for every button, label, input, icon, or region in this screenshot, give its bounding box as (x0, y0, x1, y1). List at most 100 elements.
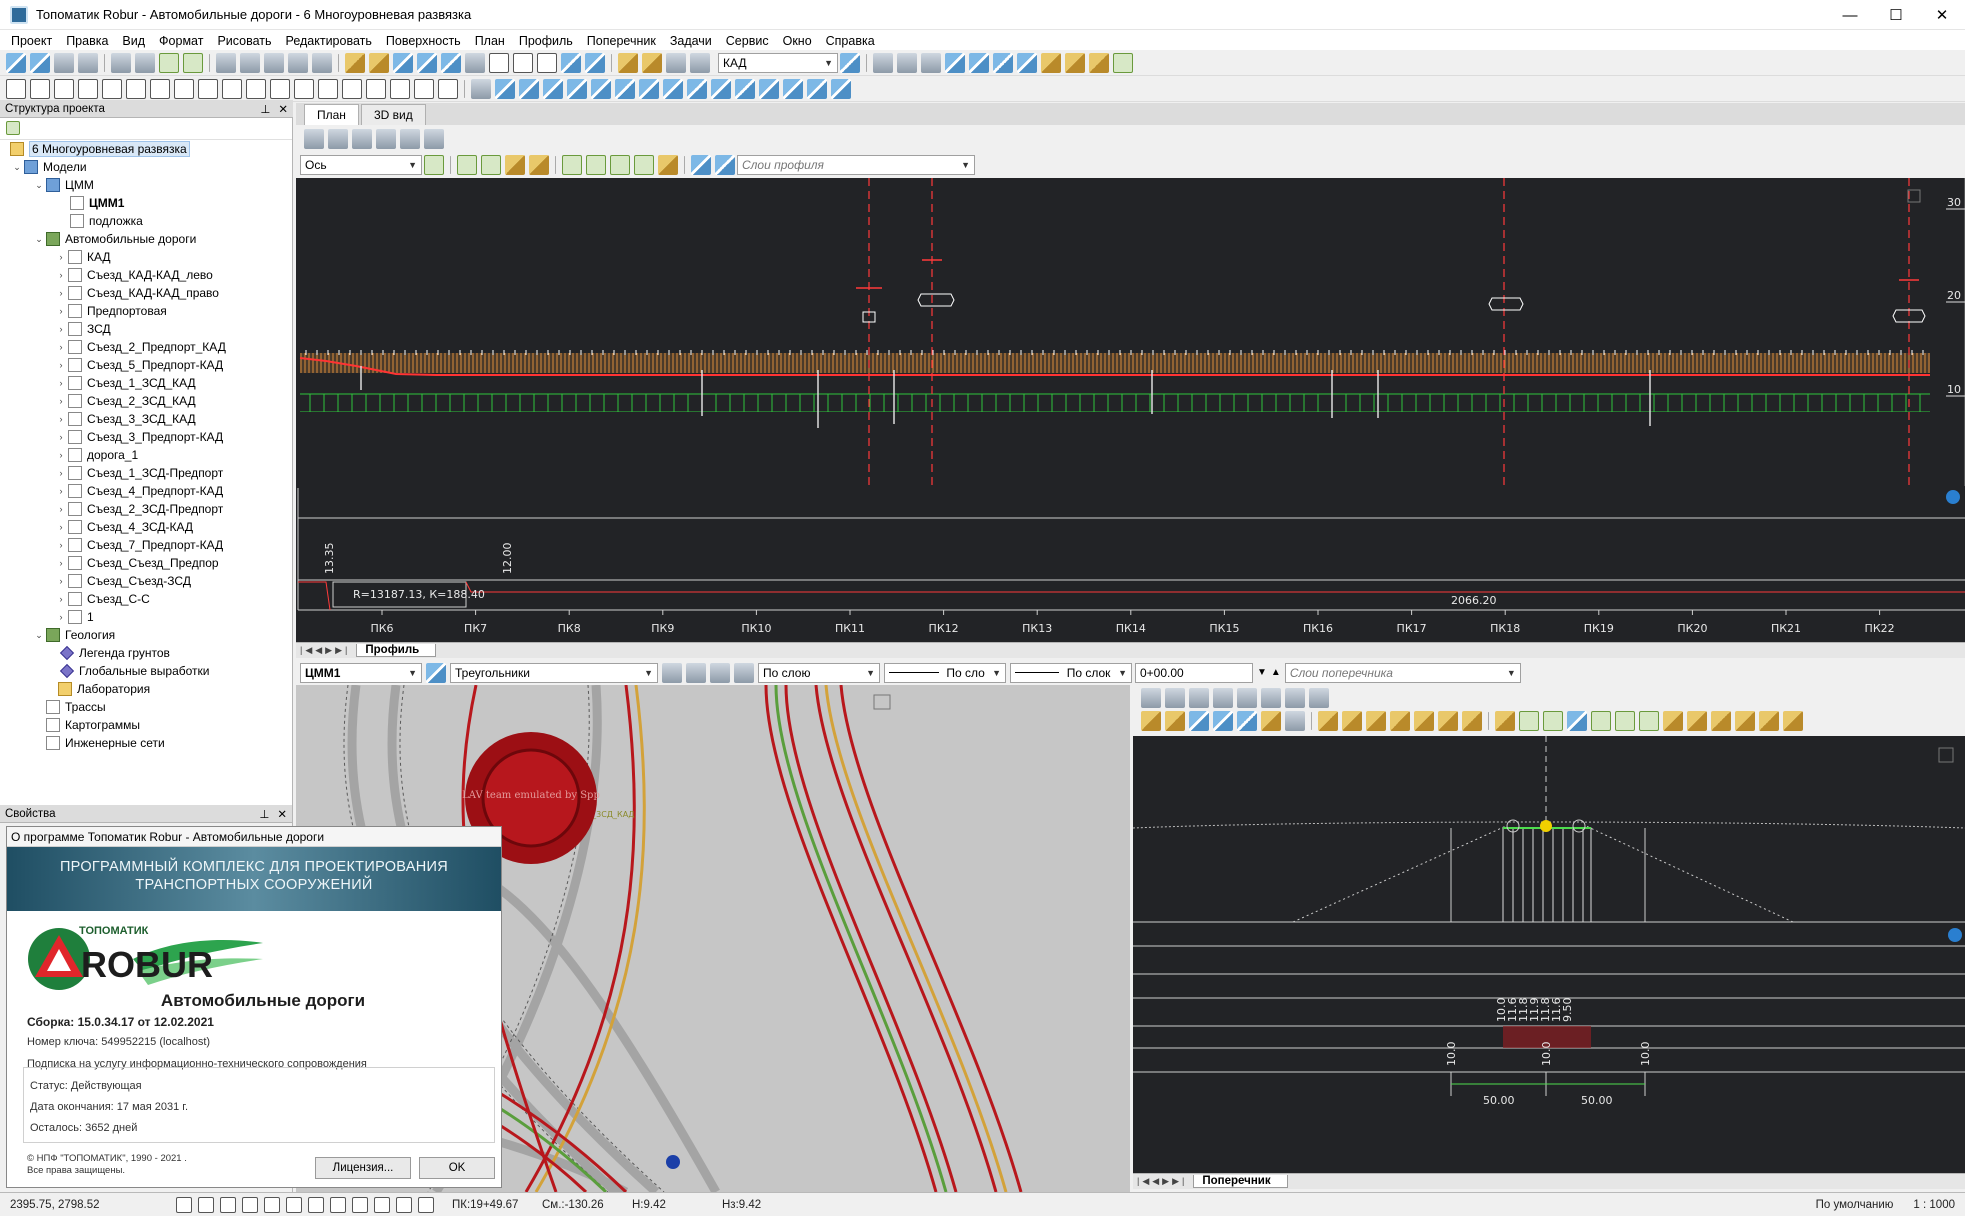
cross-tool-icon[interactable] (1543, 711, 1563, 731)
chevron-right-icon[interactable]: › (54, 396, 68, 406)
settings-icon[interactable] (690, 52, 710, 73)
model-toggle-icon[interactable] (330, 1196, 346, 1213)
cross-tool-icon[interactable] (1141, 711, 1161, 731)
cross-tool-icon[interactable] (1366, 711, 1386, 731)
linetype-combo[interactable]: По сло ▼ (884, 662, 1006, 683)
curve-tool-icon[interactable] (1759, 711, 1779, 731)
tree-geology[interactable]: ⌄ Геология (10, 626, 292, 644)
undo-icon[interactable] (945, 52, 965, 73)
arc-icon[interactable] (78, 78, 98, 99)
curve-tool-icon[interactable] (1639, 711, 1659, 731)
measure-icon[interactable] (489, 52, 509, 73)
profile-tool-icon[interactable] (328, 128, 348, 149)
polyline-icon[interactable] (30, 78, 50, 99)
menu-tasks[interactable]: Задачи (663, 34, 719, 48)
curve-icon[interactable] (150, 78, 170, 99)
cross-tool-icon[interactable] (1567, 711, 1587, 731)
spline-icon[interactable] (222, 78, 242, 99)
plan-tool-icon[interactable] (686, 662, 706, 683)
new-project-icon[interactable] (6, 52, 26, 73)
print-icon[interactable] (465, 52, 485, 73)
curve-tool-icon[interactable] (1663, 711, 1683, 731)
cross-tool-icon[interactable] (1261, 711, 1281, 731)
cross-tool-icon[interactable] (1189, 688, 1209, 708)
move-icon[interactable] (591, 78, 611, 99)
surface-layer-icon[interactable] (426, 662, 446, 683)
design-line-icon[interactable] (529, 155, 549, 175)
cross-canvas[interactable]: 10.011.611.811.911.811.69.50 10.0 10.0 1… (1133, 736, 1965, 1173)
chevron-right-icon[interactable]: › (54, 324, 68, 334)
cross-tool-icon[interactable] (1285, 711, 1305, 731)
sheet-tab-cross[interactable]: Поперечник (1193, 1175, 1288, 1188)
curve-tool-icon[interactable] (1735, 711, 1755, 731)
sheet-nav-icon[interactable]: |◀◀▶▶| (300, 645, 350, 656)
chevron-right-icon[interactable]: › (54, 612, 68, 622)
menu-window[interactable]: Окно (776, 34, 819, 48)
profile-tool-icon[interactable] (400, 128, 420, 149)
menu-cross-section[interactable]: Поперечник (580, 34, 663, 48)
maximize-button[interactable]: ☐ (1873, 0, 1919, 30)
lineweight-combo[interactable]: По слок ▼ (1010, 662, 1132, 683)
tree-road-item[interactable]: › Съезд_3_Предпорт-КАД (10, 428, 292, 446)
multiline-icon[interactable] (54, 78, 74, 99)
pan-icon[interactable] (561, 52, 581, 73)
tree-road-item[interactable]: › 1 (10, 608, 292, 626)
sc-toggle-icon[interactable] (396, 1196, 412, 1213)
profile-tool-icon[interactable] (352, 128, 372, 149)
region-icon[interactable] (390, 78, 410, 99)
curve-tool-icon[interactable] (1783, 711, 1803, 731)
chevron-right-icon[interactable]: › (54, 540, 68, 550)
tree-utilities[interactable]: Инженерные сети (10, 734, 292, 752)
grade-icon[interactable] (634, 155, 654, 175)
otrack-toggle-icon[interactable] (286, 1196, 302, 1213)
display-style-combo[interactable]: Треугольники ▼ (450, 662, 658, 683)
menu-modify[interactable]: Редактировать (279, 34, 379, 48)
chevron-right-icon[interactable]: › (54, 450, 68, 460)
menu-plan[interactable]: План (468, 34, 512, 48)
scale-icon[interactable] (639, 78, 659, 99)
layout-2-icon[interactable] (240, 52, 260, 73)
help-icon[interactable] (1948, 928, 1962, 942)
cross-tool-icon[interactable] (1141, 688, 1161, 708)
chevron-right-icon[interactable]: › (54, 558, 68, 568)
tree-road-item[interactable]: › Съезд_1_ЗСД-Предпорт (10, 464, 292, 482)
chevron-right-icon[interactable]: › (54, 270, 68, 280)
cross-tool-icon[interactable] (1165, 711, 1185, 731)
cross-tool-icon[interactable] (1462, 711, 1482, 731)
hatch-icon[interactable] (366, 78, 386, 99)
tab-plan[interactable]: План (304, 104, 359, 125)
circle-icon[interactable] (174, 78, 194, 99)
status-scale[interactable]: 1 : 1000 (1903, 1199, 1965, 1211)
cross-tool-icon[interactable] (1285, 688, 1305, 708)
lineweight-toggle-icon[interactable] (308, 1196, 324, 1213)
plan-tool-icon[interactable] (734, 662, 754, 683)
tree-road-item[interactable]: › Съезд_С-С (10, 590, 292, 608)
layer-properties-icon[interactable] (840, 52, 860, 73)
profile-tool-icon[interactable] (376, 128, 396, 149)
image-icon[interactable] (294, 78, 314, 99)
copy-2-icon[interactable] (897, 52, 917, 73)
block-icon[interactable] (318, 78, 338, 99)
profile-layer-icon[interactable] (424, 155, 444, 175)
grade-icon[interactable] (586, 155, 606, 175)
menu-help[interactable]: Справка (819, 34, 882, 48)
lock-icon[interactable] (666, 52, 686, 73)
layer-combo[interactable]: КАД ▼ (718, 52, 838, 73)
tree-road-item[interactable]: › КАД (10, 248, 292, 266)
panel-close-icon[interactable]: ✕ (277, 807, 287, 821)
tree-road-item[interactable]: › Съезд_5_Предпорт-КАД (10, 356, 292, 374)
chamfer-icon[interactable] (783, 78, 803, 99)
am-toggle-icon[interactable] (418, 1196, 434, 1213)
open-project-icon[interactable] (30, 52, 50, 73)
tree-road-item[interactable]: › Съезд_КАД-КАД_право (10, 284, 292, 302)
curve-tool-icon[interactable] (1687, 711, 1707, 731)
menu-profile[interactable]: Профиль (512, 34, 580, 48)
chevron-right-icon[interactable]: › (54, 522, 68, 532)
offset-icon[interactable] (543, 78, 563, 99)
grid-toggle-icon[interactable] (198, 1196, 214, 1213)
tree-laboratory[interactable]: Лаборатория (10, 680, 292, 698)
tree-soil-legend[interactable]: Легенда грунтов (10, 644, 292, 662)
qp-toggle-icon[interactable] (374, 1196, 390, 1213)
color-combo[interactable]: По слою ▼ (758, 662, 880, 683)
profile-view-icon[interactable] (691, 155, 711, 175)
